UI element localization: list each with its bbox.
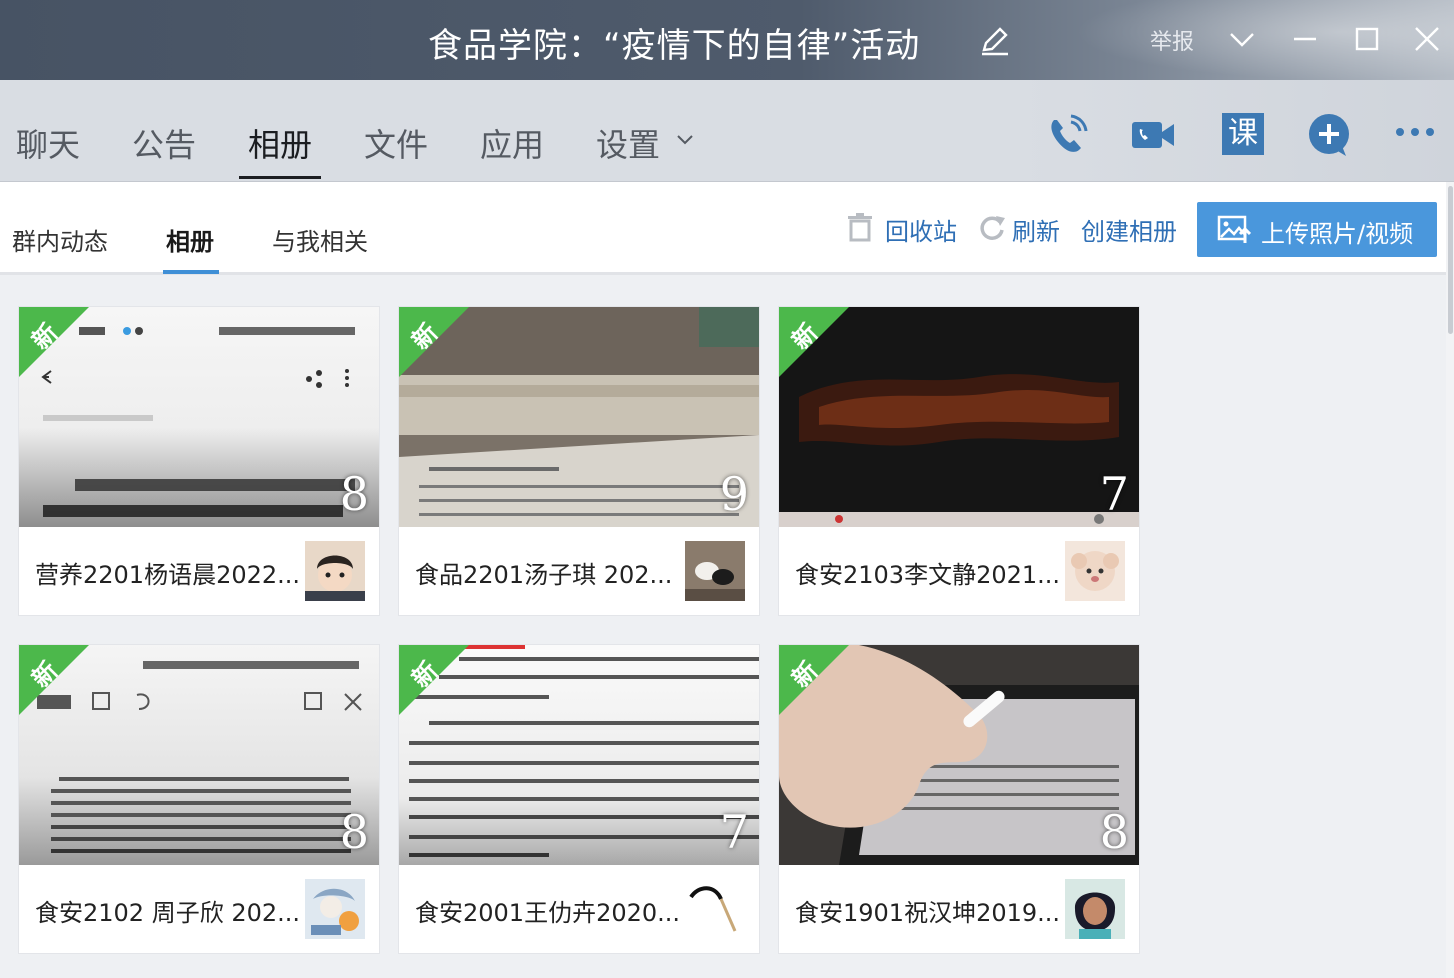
photo-count: 9: [719, 467, 749, 521]
new-badge: 新: [19, 645, 89, 715]
upload-button[interactable]: 上传照片/视频: [1197, 202, 1437, 257]
subtab-indicator: [163, 270, 219, 274]
album-cover: 新 7: [399, 645, 759, 865]
album-card[interactable]: 新 9 食品2201汤子琪 202...: [398, 306, 760, 616]
tab-album[interactable]: 相册: [248, 120, 312, 166]
upload-label: 上传照片/视频: [1261, 220, 1414, 248]
album-card[interactable]: 新 8 营养2201杨语晨2022...: [18, 306, 380, 616]
chevron-down-icon[interactable]: [1225, 22, 1259, 56]
report-link[interactable]: 举报: [1150, 24, 1194, 56]
upload-photo-icon: [1217, 215, 1251, 243]
new-badge: 新: [399, 307, 469, 377]
album-card[interactable]: 新 7 食安2001王仂卉2020...: [398, 644, 760, 954]
album-cover: 新 8: [779, 645, 1139, 865]
skin-decoration: [1074, 0, 1454, 80]
tab-files[interactable]: 文件: [364, 120, 428, 166]
refresh-icon[interactable]: [978, 212, 1006, 242]
phone-icon[interactable]: [1044, 112, 1090, 158]
album-name: 食安2001王仂卉2020...: [415, 899, 679, 927]
tab-settings[interactable]: 设置: [596, 120, 660, 166]
class-icon[interactable]: 课: [1222, 113, 1264, 155]
album-name: 食安2103李文静2021...: [795, 561, 1059, 589]
album-cover: 新 8: [19, 645, 379, 865]
album-cover: 新 8: [19, 307, 379, 527]
create-album-button[interactable]: 创建相册: [1081, 212, 1177, 247]
album-name: 食安2102 周子欣 202...: [35, 899, 299, 927]
trash-icon[interactable]: [846, 212, 874, 242]
new-badge: 新: [779, 645, 849, 715]
album-name: 食安1901祝汉坤2019...: [795, 899, 1059, 927]
more-icon[interactable]: [1392, 112, 1438, 158]
avatar[interactable]: [685, 541, 745, 601]
window-title: 食品学院：“疫情下的自律”活动: [428, 26, 921, 66]
new-badge: 新: [399, 645, 469, 715]
photo-count: 7: [1099, 467, 1129, 521]
close-icon[interactable]: [1410, 22, 1444, 56]
avatar[interactable]: [1065, 541, 1125, 601]
new-badge: 新: [19, 307, 89, 377]
add-icon[interactable]: [1306, 112, 1352, 158]
subtab-related-to-me[interactable]: 与我相关: [272, 222, 368, 257]
album-card[interactable]: 新 7 食安2103李文静2021...: [778, 306, 1140, 616]
refresh-button[interactable]: 刷新: [1012, 212, 1060, 247]
new-badge: 新: [779, 307, 849, 377]
album-name: 营养2201杨语晨2022...: [35, 561, 299, 589]
subtab-album[interactable]: 相册: [166, 222, 214, 257]
avatar[interactable]: [1065, 879, 1125, 939]
photo-count: 7: [719, 805, 749, 859]
album-name: 食品2201汤子琪 202...: [415, 561, 673, 589]
recycle-bin-button[interactable]: 回收站: [885, 212, 957, 247]
scrollbar-thumb[interactable]: [1448, 186, 1453, 334]
album-card[interactable]: 新 8 食安1901祝汉坤2019...: [778, 644, 1140, 954]
active-tab-indicator: [239, 176, 321, 179]
photo-count: 8: [1099, 805, 1129, 859]
minimize-icon[interactable]: [1288, 22, 1322, 56]
tab-apps[interactable]: 应用: [480, 120, 544, 166]
video-call-icon[interactable]: [1130, 112, 1176, 158]
avatar[interactable]: [305, 541, 365, 601]
settings-chevron-icon[interactable]: [674, 128, 696, 150]
tab-announcement[interactable]: 公告: [132, 120, 196, 166]
maximize-icon[interactable]: [1350, 22, 1384, 56]
tab-chat[interactable]: 聊天: [16, 120, 80, 166]
album-toolbar: 群内动态 相册 与我相关 回收站 刷新 创建相册 上传照片/视频: [0, 182, 1446, 275]
album-cover: 新 7: [779, 307, 1139, 527]
title-bar: 食品学院：“疫情下的自律”活动 举报: [0, 0, 1454, 80]
avatar[interactable]: [685, 879, 745, 939]
photo-count: 8: [339, 467, 369, 521]
album-cover: 新 9: [399, 307, 759, 527]
edit-icon[interactable]: [978, 24, 1012, 58]
photo-count: 8: [339, 805, 369, 859]
subtab-group-feed[interactable]: 群内动态: [12, 222, 108, 257]
album-card[interactable]: 新 8 食安2102 周子欣 202...: [18, 644, 380, 954]
avatar[interactable]: [305, 879, 365, 939]
